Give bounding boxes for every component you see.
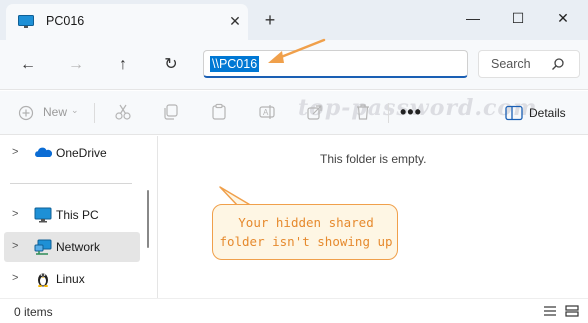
minimize-button[interactable]: — [458,6,488,30]
callout-line-1: Your hidden shared [238,215,374,230]
forward-button[interactable]: → [65,54,87,76]
back-button[interactable]: ← [17,54,39,76]
address-value[interactable]: \\PC016 [210,56,260,72]
new-button[interactable]: New [43,105,67,119]
new-tab-button[interactable]: + [262,11,278,29]
command-toolbar: New ⌄ A top-password.com ••• Details [0,91,588,135]
close-window-button[interactable]: ✕ [548,6,578,30]
address-bar[interactable]: \\PC016 [203,50,468,78]
sidebar-item-label: Linux [56,272,85,286]
callout-text: Your hidden shared folder isn't showing … [213,213,399,251]
search-placeholder: Search [491,57,531,71]
monitor-icon [34,207,52,223]
orange-arrow-annotation [268,38,326,63]
copy-icon[interactable] [162,103,180,121]
search-icon [552,58,564,70]
paste-icon[interactable] [210,103,228,121]
tiles-view-icon[interactable] [564,304,580,318]
chevron-right-icon[interactable]: > [12,272,18,284]
status-bar: 0 items [0,298,588,323]
callout-line-2: folder isn't showing up [219,234,393,249]
list-view-icon[interactable] [542,304,558,318]
add-icon [18,105,34,121]
sidebar-scrollbar[interactable] [147,190,149,248]
sidebar-item-label: Network [56,240,101,254]
navigation-pane: > OneDrive > This PC > Network > Linux [0,136,158,298]
search-box[interactable]: Search [478,50,580,78]
chevron-right-icon[interactable]: > [12,208,18,220]
monitor-icon [18,15,34,28]
sidebar-item-this-pc[interactable]: > This PC [4,200,140,230]
details-label: Details [529,106,566,120]
linux-penguin-icon [38,273,48,287]
share-icon[interactable] [306,103,324,121]
chevron-right-icon[interactable]: > [12,146,18,158]
sidebar-divider [10,183,132,184]
toolbar-divider [388,103,389,123]
chevron-right-icon[interactable]: > [12,240,18,252]
refresh-button[interactable]: ↻ [160,54,182,76]
tab-pc016[interactable]: PC016 ✕ [6,4,248,40]
rename-icon[interactable]: A [258,103,276,121]
empty-folder-message: This folder is empty. [320,152,427,166]
delete-icon[interactable] [354,103,372,121]
toolbar-divider [94,103,95,123]
close-tab-icon[interactable]: ✕ [228,14,242,28]
sidebar-item-network[interactable]: > Network [4,232,140,262]
sidebar-item-label: OneDrive [56,146,107,160]
sidebar-item-label: This PC [56,208,99,222]
sidebar-item-onedrive[interactable]: > OneDrive [4,138,140,168]
item-count: 0 items [14,305,53,319]
network-icon [34,239,52,255]
callout-annotation: Your hidden shared folder isn't showing … [212,204,398,260]
chevron-down-icon: ⌄ [71,105,79,115]
up-button[interactable]: ↑ [112,54,134,76]
cut-icon[interactable] [114,103,132,121]
maximize-button[interactable]: ☐ [503,6,533,30]
tab-title: PC016 [46,14,85,28]
more-options-button[interactable]: ••• [400,102,422,123]
sidebar-item-linux[interactable]: > Linux [4,264,140,294]
onedrive-icon [35,147,52,157]
details-pane-icon [505,105,523,121]
title-bar: PC016 ✕ + — ☐ ✕ [0,0,588,40]
svg-text:A: A [263,108,269,117]
